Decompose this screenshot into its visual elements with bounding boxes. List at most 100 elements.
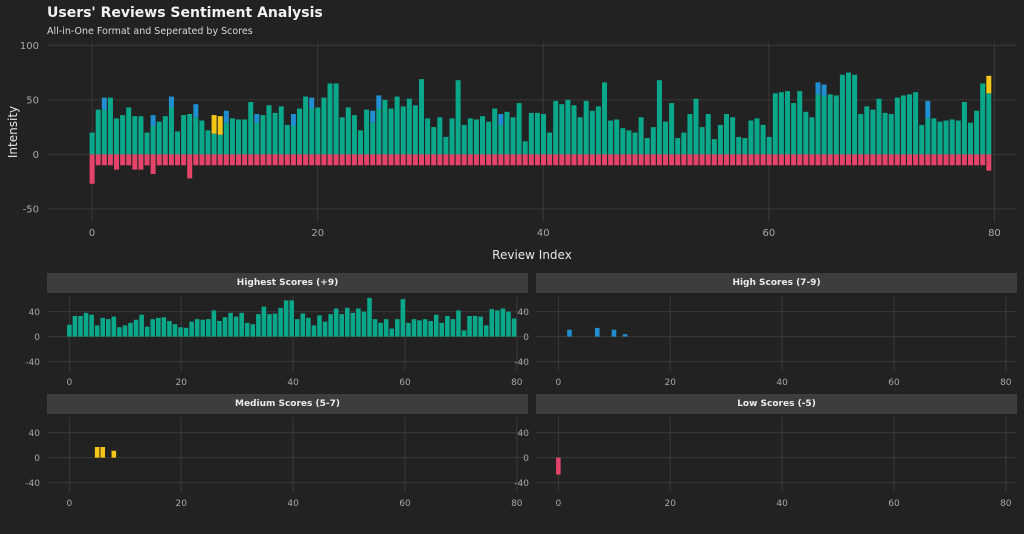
bar-low: [272, 154, 278, 166]
bar-low: [419, 154, 425, 166]
bar-low: [480, 154, 486, 166]
bar-low: [864, 154, 870, 166]
bar-highest: [681, 132, 687, 155]
bar-highest: [827, 94, 833, 155]
bar-low: [205, 154, 211, 166]
bar-highest: [327, 83, 333, 155]
bar-low: [705, 154, 711, 166]
bar: [228, 312, 233, 337]
bar: [311, 325, 317, 337]
bar-low: [168, 154, 174, 166]
bar-low: [663, 154, 669, 166]
bar: [172, 324, 178, 337]
bar-low: [785, 154, 790, 166]
bar-low: [894, 154, 900, 166]
bar-highest: [913, 92, 919, 155]
bar-low: [882, 154, 888, 166]
bar-low: [89, 154, 95, 184]
y-tick-label: -40: [514, 479, 529, 489]
bar: [428, 321, 433, 337]
bar-highest: [522, 141, 528, 155]
bar-highest: [89, 132, 95, 155]
bar-low: [925, 154, 931, 166]
bar-low: [400, 154, 406, 166]
bar-highest: [412, 105, 418, 155]
bar-highest: [150, 126, 156, 155]
bar-low: [504, 154, 510, 166]
bar: [261, 306, 267, 337]
bar: [78, 316, 83, 337]
bar: [422, 319, 428, 337]
bar-highest: [510, 117, 516, 155]
bar-highest: [900, 95, 906, 155]
bar-highest: [931, 118, 937, 155]
bar: [406, 322, 411, 337]
bar-highest: [425, 118, 431, 155]
bar-low: [132, 154, 138, 170]
x-tick-label: 40: [776, 378, 788, 388]
bar-low: [431, 154, 437, 166]
bar-low: [199, 154, 205, 166]
bar: [239, 312, 244, 337]
bar-low: [138, 154, 144, 170]
x-tick-label: 40: [287, 378, 299, 388]
bar-highest: [870, 109, 876, 155]
bar-highest: [126, 107, 132, 155]
bar-highest: [571, 105, 577, 155]
bar-highest: [455, 80, 461, 155]
bar: [100, 447, 105, 458]
bar-highest: [266, 105, 272, 155]
bar-low: [931, 154, 937, 166]
x-tick-label: 60: [762, 228, 775, 239]
bar-highest: [480, 116, 486, 155]
bar-highest: [406, 98, 412, 155]
bar-high: [193, 104, 199, 118]
bar: [111, 316, 117, 337]
bar-low: [120, 154, 126, 166]
bar-highest: [730, 117, 736, 155]
bar-low: [675, 154, 681, 166]
bar: [72, 316, 78, 337]
bar: [345, 307, 350, 337]
bar-low: [852, 154, 858, 166]
bar-low: [949, 154, 955, 166]
y-tick-label: 40: [29, 308, 41, 318]
bar-highest: [345, 107, 351, 155]
bar-highest: [260, 115, 266, 155]
bar-low: [760, 154, 766, 166]
bar-low: [193, 154, 199, 166]
bar-low: [961, 154, 967, 166]
bar: [306, 317, 311, 337]
bar: [478, 316, 483, 337]
bar-highest: [644, 138, 650, 155]
bar-highest: [638, 117, 644, 155]
x-tick-label: 60: [399, 499, 411, 509]
bar: [361, 311, 367, 337]
bar-highest: [278, 106, 284, 155]
x-tick-label: 60: [399, 378, 411, 388]
bar-low: [388, 154, 394, 166]
bar-low: [327, 154, 333, 166]
bar-highest: [107, 97, 113, 155]
bar-low: [144, 154, 150, 166]
bar-low: [510, 154, 516, 166]
bar-low: [717, 154, 723, 166]
bar-highest: [144, 132, 150, 155]
x-tick-label: 80: [1000, 499, 1012, 509]
bar: [150, 319, 156, 337]
bar-low: [297, 154, 303, 166]
bar: [483, 325, 489, 337]
bar: [350, 312, 356, 337]
bar-high: [150, 115, 156, 126]
bar-low: [772, 154, 778, 166]
bar-low: [547, 154, 553, 166]
bar-low: [498, 154, 504, 166]
bar-low: [919, 154, 925, 166]
bar: [244, 322, 250, 337]
bar: [467, 316, 472, 337]
bar-low: [748, 154, 754, 166]
bar-low: [583, 154, 589, 166]
bar-low: [229, 154, 235, 166]
bar: [272, 313, 278, 337]
bar: [378, 322, 383, 337]
